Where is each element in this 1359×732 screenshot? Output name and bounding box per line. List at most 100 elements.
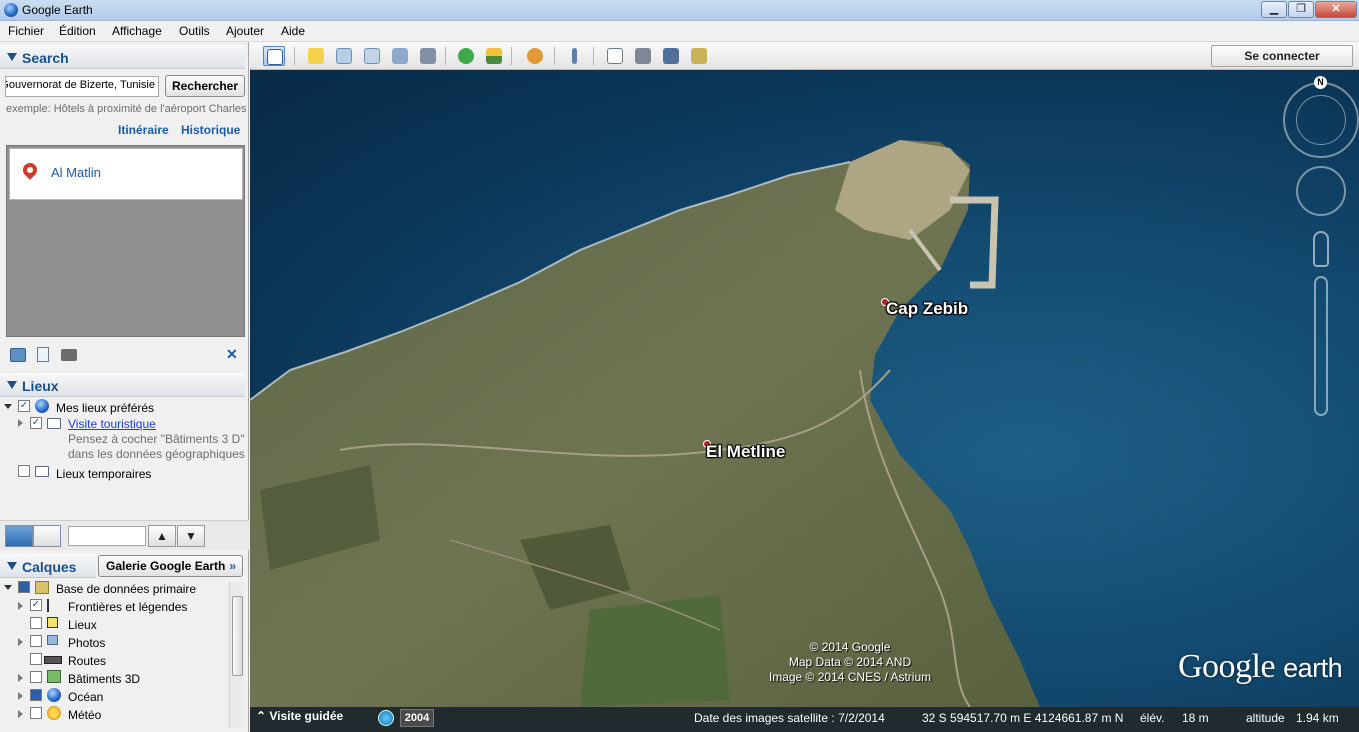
toolbar-separator: [511, 47, 512, 65]
search-result-item[interactable]: Al Matlin: [9, 148, 243, 200]
ruler-icon: [572, 48, 577, 64]
planets-button[interactable]: [524, 46, 546, 66]
polygon-icon: [336, 48, 352, 64]
tour-guide-button[interactable]: ⌃ Visite guidée: [256, 709, 343, 723]
itinerary-link[interactable]: Itinéraire: [118, 123, 169, 137]
close-button[interactable]: ✕: [1315, 1, 1357, 18]
menu-bar: Fichier Édition Affichage Outils Ajouter…: [0, 21, 1359, 42]
layer-photos[interactable]: Photos: [68, 636, 105, 650]
print-icon: [635, 48, 651, 64]
menu-edition[interactable]: Édition: [59, 24, 96, 38]
add-to-places-icon[interactable]: [10, 348, 26, 362]
layer-borders-labels[interactable]: Frontières et légendes: [68, 600, 187, 614]
places-filter-input[interactable]: [68, 526, 146, 546]
gallery-button-label: Galerie Google Earth: [106, 559, 226, 573]
elevation-label: élév.: [1140, 711, 1165, 725]
historical-imagery-clock-icon[interactable]: [378, 710, 394, 726]
move-up-arrow-icon[interactable]: ▲: [148, 525, 176, 547]
primary-db-checkbox[interactable]: [18, 581, 30, 593]
placemark-cap-zebib-label[interactable]: Cap Zebib: [886, 299, 968, 319]
layer-places[interactable]: Lieux: [68, 618, 97, 632]
layer-ocean[interactable]: Océan: [68, 690, 103, 704]
sightseeing-checkbox[interactable]: ✓: [30, 417, 42, 429]
places-layer-checkbox[interactable]: [30, 617, 42, 629]
view-in-maps-button[interactable]: [688, 46, 710, 66]
email-button[interactable]: [604, 46, 626, 66]
search-button[interactable]: Rechercher: [165, 75, 245, 97]
panel-toggle-icon[interactable]: [33, 525, 61, 547]
my-places-label[interactable]: Mes lieux préférés: [56, 401, 154, 415]
layer-buildings-3d[interactable]: Bâtiments 3D: [68, 672, 140, 686]
layers-scrollbar[interactable]: [229, 582, 244, 728]
menu-aide[interactable]: Aide: [281, 24, 305, 38]
street-view-pegman-icon[interactable]: [1313, 231, 1329, 267]
move-down-arrow-icon[interactable]: ▼: [177, 525, 205, 547]
ruler-button[interactable]: [564, 46, 586, 66]
layer-primary-database[interactable]: Base de données primaire: [56, 582, 196, 596]
tree-expand-icon[interactable]: [18, 602, 23, 610]
places-square-icon: [47, 617, 58, 628]
sidebar-toggle-icon[interactable]: [263, 46, 285, 66]
print-results-icon[interactable]: [61, 349, 77, 361]
search-section-header[interactable]: Search: [0, 45, 245, 69]
north-indicator-icon[interactable]: N: [1314, 76, 1327, 89]
sign-in-button[interactable]: Se connecter: [1211, 45, 1353, 67]
copy-icon[interactable]: [37, 347, 49, 362]
placemark-el-metline-label[interactable]: El Metline: [706, 442, 785, 462]
zoom-slider[interactable]: [1314, 276, 1328, 416]
clear-results-close-icon[interactable]: ✕: [226, 346, 238, 363]
maximize-button[interactable]: ❐: [1288, 1, 1314, 18]
tree-expand-icon[interactable]: [18, 419, 23, 427]
search-input[interactable]: Gouvernorat de Bizerte, Tunisie: [5, 76, 159, 97]
google-earth-logo: Google earth: [1178, 648, 1343, 686]
layers-scrollbar-thumb[interactable]: [232, 596, 243, 676]
layer-weather[interactable]: Météo: [68, 708, 101, 722]
history-link[interactable]: Historique: [181, 123, 240, 137]
historical-imagery-button[interactable]: [455, 46, 477, 66]
add-placemark-button[interactable]: [305, 46, 327, 66]
sightseeing-tour-link[interactable]: Visite touristique: [68, 417, 156, 431]
add-image-overlay-button[interactable]: [389, 46, 411, 66]
menu-outils[interactable]: Outils: [179, 24, 210, 38]
collapse-arrow-icon[interactable]: [7, 381, 17, 389]
sunlight-button[interactable]: [483, 46, 505, 66]
minimize-button[interactable]: ▁: [1261, 1, 1287, 18]
menu-ajouter[interactable]: Ajouter: [226, 24, 264, 38]
collapse-arrow-icon[interactable]: [7, 53, 17, 61]
imagery-year-badge[interactable]: 2004: [400, 709, 434, 727]
menu-affichage[interactable]: Affichage: [112, 24, 162, 38]
tree-expand-icon[interactable]: [18, 674, 23, 682]
save-image-button[interactable]: [660, 46, 682, 66]
print-button[interactable]: [632, 46, 654, 66]
tree-expand-icon[interactable]: [18, 710, 23, 718]
places-section-header[interactable]: Lieux: [0, 373, 245, 397]
tree-expand-icon[interactable]: [4, 585, 12, 590]
places-hint-line2: dans les données géographiques: [68, 447, 245, 461]
ocean-checkbox[interactable]: [30, 689, 42, 701]
add-path-button[interactable]: [361, 46, 383, 66]
image-overlay-icon: [392, 48, 408, 64]
borders-checkbox[interactable]: ✓: [30, 599, 42, 611]
photos-checkbox[interactable]: [30, 635, 42, 647]
tree-expand-icon[interactable]: [18, 638, 23, 646]
record-tour-button[interactable]: [417, 46, 439, 66]
buildings-3d-checkbox[interactable]: [30, 671, 42, 683]
tree-expand-icon[interactable]: [18, 692, 23, 700]
layers-section-header[interactable]: Calques: [0, 554, 96, 578]
temporary-places-checkbox[interactable]: [18, 465, 30, 477]
search-result-label[interactable]: Al Matlin: [51, 165, 101, 180]
move-joystick-icon[interactable]: [1296, 166, 1346, 216]
search-places-toggle-icon[interactable]: [5, 525, 33, 547]
weather-checkbox[interactable]: [30, 707, 42, 719]
roads-checkbox[interactable]: [30, 653, 42, 665]
collapse-arrow-icon[interactable]: [7, 562, 17, 570]
temporary-places-label[interactable]: Lieux temporaires: [56, 467, 151, 481]
my-places-checkbox[interactable]: ✓: [18, 400, 30, 412]
tree-expand-icon[interactable]: [4, 404, 12, 409]
look-joystick-icon[interactable]: [1296, 95, 1346, 145]
layer-roads[interactable]: Routes: [68, 654, 106, 668]
add-polygon-button[interactable]: [333, 46, 355, 66]
google-earth-gallery-button[interactable]: Galerie Google Earth »: [98, 555, 243, 577]
map-viewport[interactable]: Cap Zebib El Metline © 2014 Google Map D…: [250, 70, 1359, 707]
menu-fichier[interactable]: Fichier: [8, 24, 44, 38]
